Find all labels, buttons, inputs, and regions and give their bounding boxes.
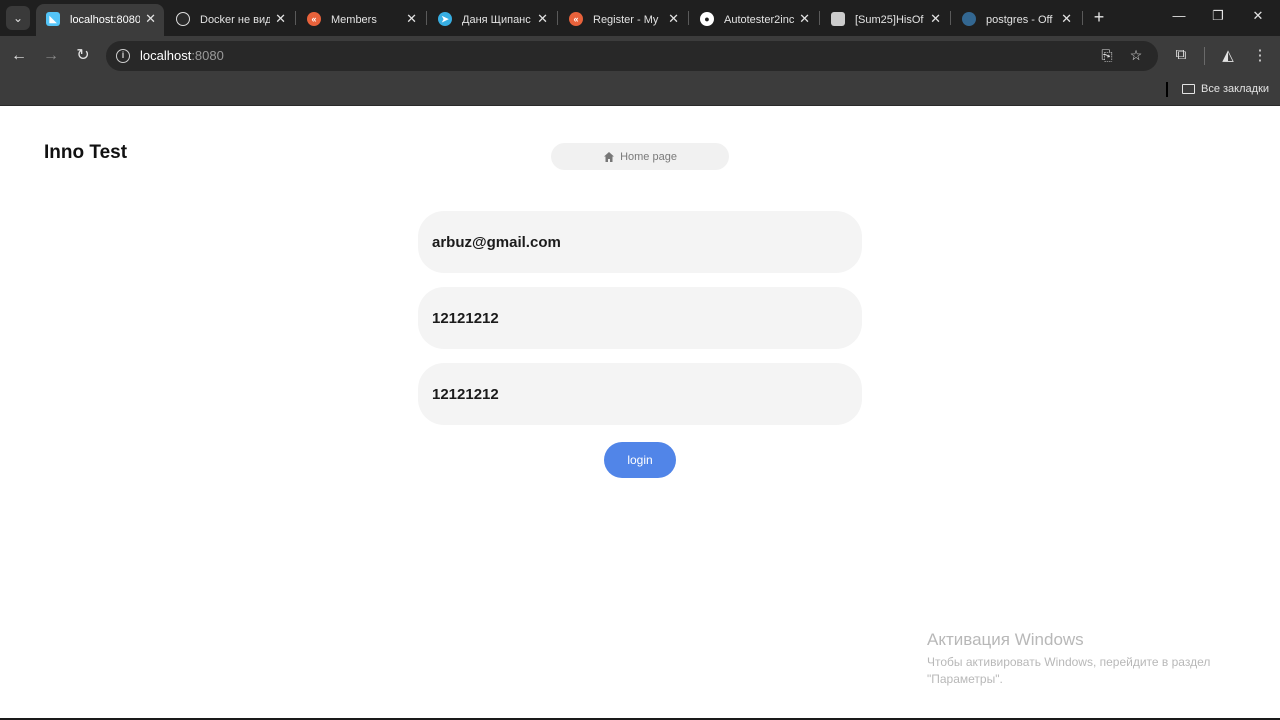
close-icon[interactable]: ✕ (1061, 11, 1072, 27)
tab-separator (688, 11, 689, 25)
tab-0[interactable]: ◣ localhost:8080 ✕ (36, 4, 164, 36)
tab-search-button[interactable]: ⌄ (6, 6, 30, 30)
activation-text: Чтобы активировать Windows, перейдите в … (927, 655, 1211, 686)
all-bookmarks-label: Все закладки (1201, 83, 1270, 95)
close-icon[interactable]: ✕ (145, 11, 156, 27)
new-tab-plus-icon[interactable]: + (1089, 6, 1109, 28)
url-port: :8080 (191, 48, 224, 63)
forward-arrow-icon[interactable]: → (41, 46, 61, 66)
tab-separator (295, 11, 296, 25)
password-field[interactable]: 12121212 (418, 287, 862, 349)
home-page-button[interactable]: Home page (551, 143, 729, 170)
bookmarks-bar: Все закладки (0, 76, 1280, 106)
telegram-icon: ➤ (438, 12, 452, 26)
site-info-icon[interactable]: i (116, 49, 130, 63)
flutter-icon: ◣ (46, 12, 60, 26)
restore-icon[interactable]: ❐ (1209, 8, 1227, 24)
extensions-puzzle-icon[interactable]: ⧉ (1171, 46, 1191, 63)
tab-strip: ⌄ ◣ localhost:8080 ✕ Docker не вид ✕ « M… (0, 0, 1280, 36)
tab-3[interactable]: ➤ Даня Щипанс ✕ (428, 4, 556, 36)
windows-activation-watermark: Активация Windows Чтобы активировать Win… (927, 630, 1247, 688)
install-app-icon[interactable]: ⎘ (1098, 47, 1116, 64)
tab-label: Members (331, 14, 377, 26)
tab-label: Register - My (593, 14, 659, 26)
tab-label: Docker не вид (200, 14, 270, 26)
minimize-icon[interactable]: — (1170, 8, 1188, 23)
postgres-icon (962, 12, 976, 26)
bookmarks-separator (1166, 82, 1168, 97)
tab-separator (1082, 11, 1083, 25)
chevron-down-icon: ⌄ (12, 11, 24, 25)
login-button[interactable]: login (604, 442, 676, 478)
reload-icon[interactable]: ↻ (73, 46, 93, 66)
browser-toolbar: ← → ↻ i localhost:8080 ⎘ ☆ ⧉ ◭ ⋮ (0, 36, 1280, 76)
tab-2[interactable]: « Members ✕ (297, 4, 425, 36)
address-bar[interactable]: i localhost:8080 ⎘ ☆ (106, 41, 1158, 71)
url-host: localhost (140, 48, 192, 63)
back-arrow-icon[interactable]: ← (9, 46, 29, 66)
bookmark-star-icon[interactable]: ☆ (1127, 47, 1145, 64)
kotlin-space-icon: « (569, 12, 583, 26)
confirm-password-field[interactable]: 12121212 (418, 363, 862, 425)
github-icon: ● (700, 12, 714, 26)
window-close-icon[interactable]: ✕ (1249, 8, 1267, 24)
tab-label: localhost:8080 (70, 14, 140, 26)
close-icon[interactable]: ✕ (930, 11, 941, 27)
tab-label: Autotester2inc (724, 14, 794, 26)
tab-label: Даня Щипанс (462, 14, 531, 26)
close-icon[interactable]: ✕ (275, 11, 286, 27)
chatgpt-icon (176, 12, 190, 26)
tab-4[interactable]: « Register - My ✕ (559, 4, 687, 36)
tab-separator (819, 11, 820, 25)
close-icon[interactable]: ✕ (799, 11, 810, 27)
activation-title: Активация Windows (927, 630, 1084, 649)
menu-kebab-icon[interactable]: ⋮ (1250, 46, 1270, 64)
close-icon[interactable]: ✕ (668, 11, 679, 27)
tab-label: [Sum25]HisOf (855, 14, 924, 26)
email-field[interactable]: arbuz@gmail.com (418, 211, 862, 273)
url-text[interactable]: localhost:8080 (140, 48, 224, 63)
tab-separator (426, 11, 427, 25)
folder-icon (1182, 84, 1195, 94)
all-bookmarks-button[interactable]: Все закладки (1182, 83, 1269, 95)
app-title: Inno Test (44, 142, 128, 163)
doc-icon (831, 12, 845, 26)
tab-6[interactable]: [Sum25]HisOf ✕ (821, 4, 949, 36)
tab-label: postgres - Off (986, 14, 1053, 26)
close-icon[interactable]: ✕ (406, 11, 417, 27)
tab-separator (950, 11, 951, 25)
tab-separator (557, 11, 558, 25)
tab-1[interactable]: Docker не вид ✕ (166, 4, 294, 36)
kotlin-space-icon: « (307, 12, 321, 26)
tab-7[interactable]: postgres - Off ✕ (952, 4, 1080, 36)
profile-avatar-icon[interactable]: ◭ (1218, 46, 1238, 64)
tab-5[interactable]: ● Autotester2inc ✕ (690, 4, 818, 36)
close-icon[interactable]: ✕ (537, 11, 548, 27)
home-icon (604, 151, 615, 162)
toolbar-separator (1204, 47, 1205, 65)
home-page-label: Home page (620, 150, 677, 163)
